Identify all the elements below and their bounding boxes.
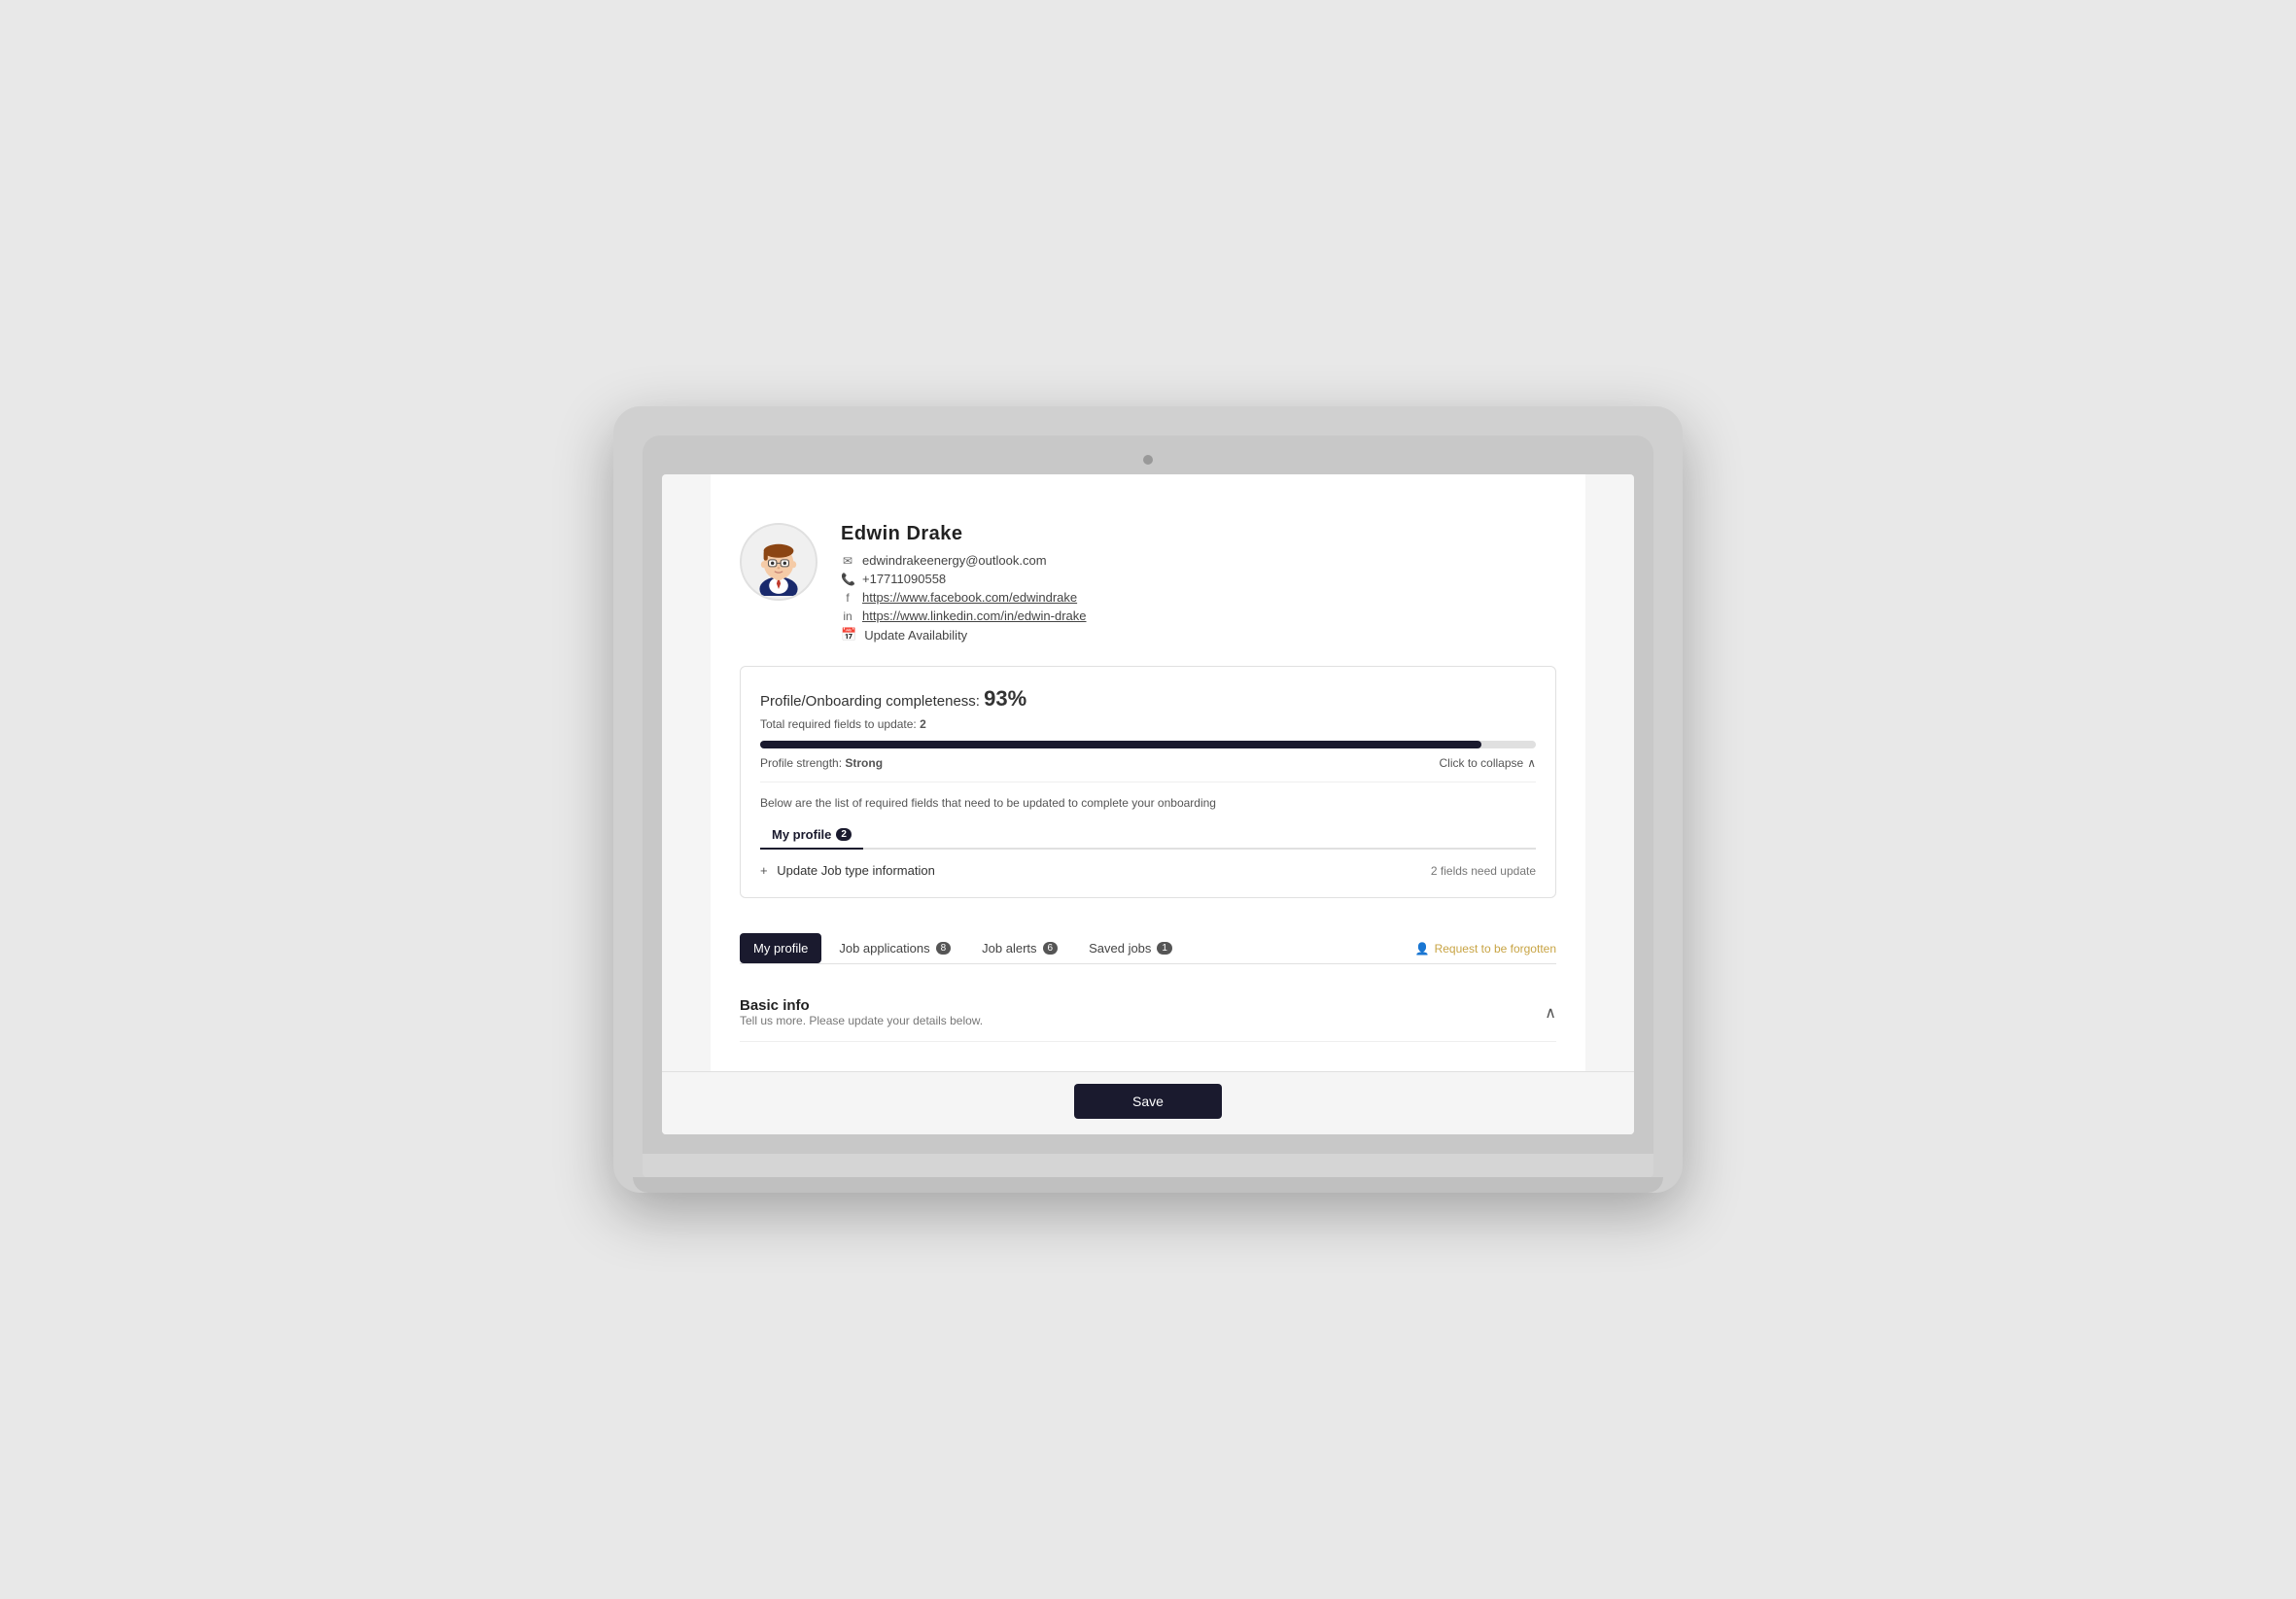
basic-info-subtitle: Tell us more. Please update your details… — [740, 1014, 983, 1027]
calendar-icon: 📅 — [841, 627, 856, 643]
profile-phone-row: 📞 +17711090558 — [841, 572, 1556, 586]
basic-info-section: Basic info Tell us more. Please update y… — [740, 984, 1556, 1042]
phone-icon: 📞 — [841, 573, 854, 586]
person-icon: 👤 — [1415, 942, 1430, 956]
laptop-base — [643, 1154, 1653, 1177]
basic-info-title: Basic info — [740, 997, 983, 1014]
basic-info-text: Basic info Tell us more. Please update y… — [740, 997, 983, 1027]
email-icon: ✉ — [841, 554, 854, 568]
profile-linkedin-row: in https://www.linkedin.com/in/edwin-dra… — [841, 608, 1556, 623]
webcam — [1143, 455, 1153, 465]
profile-email-row: ✉ edwindrakeenergy@outlook.com — [841, 553, 1556, 568]
update-job-label: + Update Job type information — [760, 863, 935, 878]
facebook-icon: f — [841, 591, 854, 605]
availability-label: Update Availability — [864, 628, 967, 643]
save-button[interactable]: Save — [1074, 1084, 1222, 1119]
screen-bezel: Edwin Drake ✉ edwindrakeenergy@outlook.c… — [643, 435, 1653, 1154]
small-tab-my-profile[interactable]: My profile 2 — [760, 821, 863, 850]
fields-need-update: 2 fields need update — [1431, 864, 1536, 878]
laptop-frame: Edwin Drake ✉ edwindrakeenergy@outlook.c… — [613, 406, 1683, 1193]
completeness-percentage: 93% — [984, 686, 1026, 711]
profile-facebook-row: f https://www.facebook.com/edwindrake — [841, 590, 1556, 605]
tab-saved-jobs-label: Saved jobs — [1089, 941, 1151, 956]
profile-linkedin-link[interactable]: https://www.linkedin.com/in/edwin-drake — [862, 608, 1087, 623]
profile-email: edwindrakeenergy@outlook.com — [862, 553, 1047, 568]
chevron-up-icon: ∧ — [1527, 756, 1536, 770]
profile-strength-label: Profile strength: Strong — [760, 756, 883, 770]
main-tabs: My profile Job applications 8 Job alerts… — [740, 918, 1556, 964]
tab-saved-jobs[interactable]: Saved jobs 1 — [1075, 933, 1186, 963]
update-job-row: + Update Job type information 2 fields n… — [760, 863, 1536, 878]
onboarding-text: Below are the list of required fields th… — [760, 796, 1536, 810]
request-forgotten-button[interactable]: 👤 Request to be forgotten — [1415, 942, 1556, 956]
laptop-bottom — [633, 1177, 1663, 1193]
laptop-screen: Edwin Drake ✉ edwindrakeenergy@outlook.c… — [662, 474, 1634, 1134]
linkedin-icon: in — [841, 609, 854, 623]
profile-name: Edwin Drake — [841, 523, 1556, 545]
tab-my-profile-label: My profile — [753, 941, 808, 956]
save-bar: Save — [662, 1071, 1634, 1134]
basic-info-chevron-icon[interactable]: ∧ — [1545, 1003, 1556, 1023]
small-tab-my-profile-label: My profile — [772, 827, 831, 842]
required-fields-count: 2 — [920, 717, 926, 731]
tab-job-alerts-label: Job alerts — [982, 941, 1036, 956]
tab-job-alerts-badge: 6 — [1043, 942, 1059, 955]
plus-icon: + — [760, 863, 768, 878]
profile-phone: +17711090558 — [862, 572, 946, 586]
progress-bar-fill — [760, 741, 1481, 748]
profile-info: Edwin Drake ✉ edwindrakeenergy@outlook.c… — [841, 523, 1556, 643]
profile-header: Edwin Drake ✉ edwindrakeenergy@outlook.c… — [740, 504, 1556, 666]
tab-saved-jobs-badge: 1 — [1157, 942, 1172, 955]
collapse-button[interactable]: Click to collapse ∧ — [1440, 756, 1537, 770]
tab-job-applications-label: Job applications — [839, 941, 929, 956]
completeness-title: Profile/Onboarding completeness: 93% — [760, 686, 1536, 712]
tab-job-applications-badge: 8 — [936, 942, 952, 955]
avatar — [740, 523, 818, 601]
request-forgotten-label: Request to be forgotten — [1435, 942, 1556, 956]
tab-job-applications[interactable]: Job applications 8 — [825, 933, 964, 963]
small-tabs: My profile 2 — [760, 821, 1536, 850]
profile-facebook-link[interactable]: https://www.facebook.com/edwindrake — [862, 590, 1077, 605]
tab-my-profile[interactable]: My profile — [740, 933, 821, 963]
completeness-card: Profile/Onboarding completeness: 93% Tot… — [740, 666, 1556, 898]
profile-strength-value: Strong — [845, 756, 883, 770]
required-fields-text: Total required fields to update: 2 — [760, 717, 1536, 731]
tab-job-alerts[interactable]: Job alerts 6 — [968, 933, 1071, 963]
availability-link[interactable]: 📅 Update Availability — [841, 627, 1556, 643]
small-tab-my-profile-badge: 2 — [836, 828, 852, 841]
profile-strength-row: Profile strength: Strong Click to collap… — [760, 756, 1536, 782]
progress-bar-bg — [760, 741, 1536, 748]
